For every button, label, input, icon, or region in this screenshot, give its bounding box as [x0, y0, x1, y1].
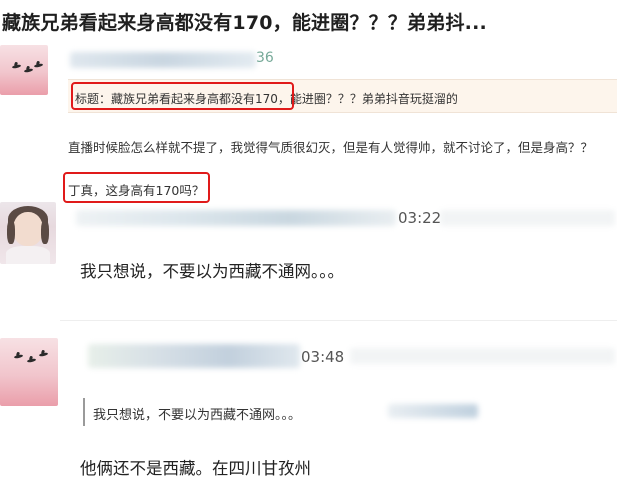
bird-icon	[13, 354, 24, 359]
post-author-name-blurred[interactable]	[70, 52, 256, 68]
reply1-avatar[interactable]	[0, 202, 56, 264]
bird-icon	[38, 352, 49, 357]
reply-divider	[60, 320, 617, 321]
post-author-avatar[interactable]	[0, 45, 48, 95]
avatar-shirt	[6, 246, 50, 264]
avatar-hair	[41, 220, 49, 244]
reply2-quoted-text: 我只想说，不要以为西藏不通网。。。	[93, 408, 302, 423]
highlight-box-title	[71, 82, 294, 110]
bird-icon	[23, 68, 34, 73]
reply2-avatar[interactable]	[0, 338, 58, 406]
reply1-text: 我只想说，不要以为西藏不通网。。。	[80, 262, 344, 281]
reply2-text: 他俩还不是西藏。在四川甘孜州	[80, 459, 311, 478]
highlight-box-question	[63, 172, 210, 203]
reply2-quoted-author-blurred	[388, 404, 478, 418]
reply1-meta-blurred	[440, 210, 615, 226]
bird-icon	[26, 358, 37, 363]
reply2-author-blurred[interactable]	[88, 344, 300, 368]
avatar-hair	[7, 220, 15, 244]
page-title[interactable]: 藏族兄弟看起来身高都没有170，能进圈？？？弟弟抖...	[2, 8, 615, 35]
bird-icon	[11, 64, 22, 69]
reply1-time: 03:22	[398, 209, 442, 227]
reply2-time: 03:48	[301, 348, 345, 366]
post-author-suffix: 36	[256, 50, 274, 66]
bird-icon	[33, 63, 44, 68]
reply1-author-blurred[interactable]	[76, 210, 396, 226]
post-body: 直播时候脸怎么样就不提了，我觉得气质很幻灭，但是有人觉得帅，就不讨论了，但是身高…	[68, 140, 594, 155]
reply2-meta-blurred	[350, 348, 615, 364]
avatar-face	[13, 212, 43, 246]
reply2-quote-bar	[83, 398, 85, 426]
